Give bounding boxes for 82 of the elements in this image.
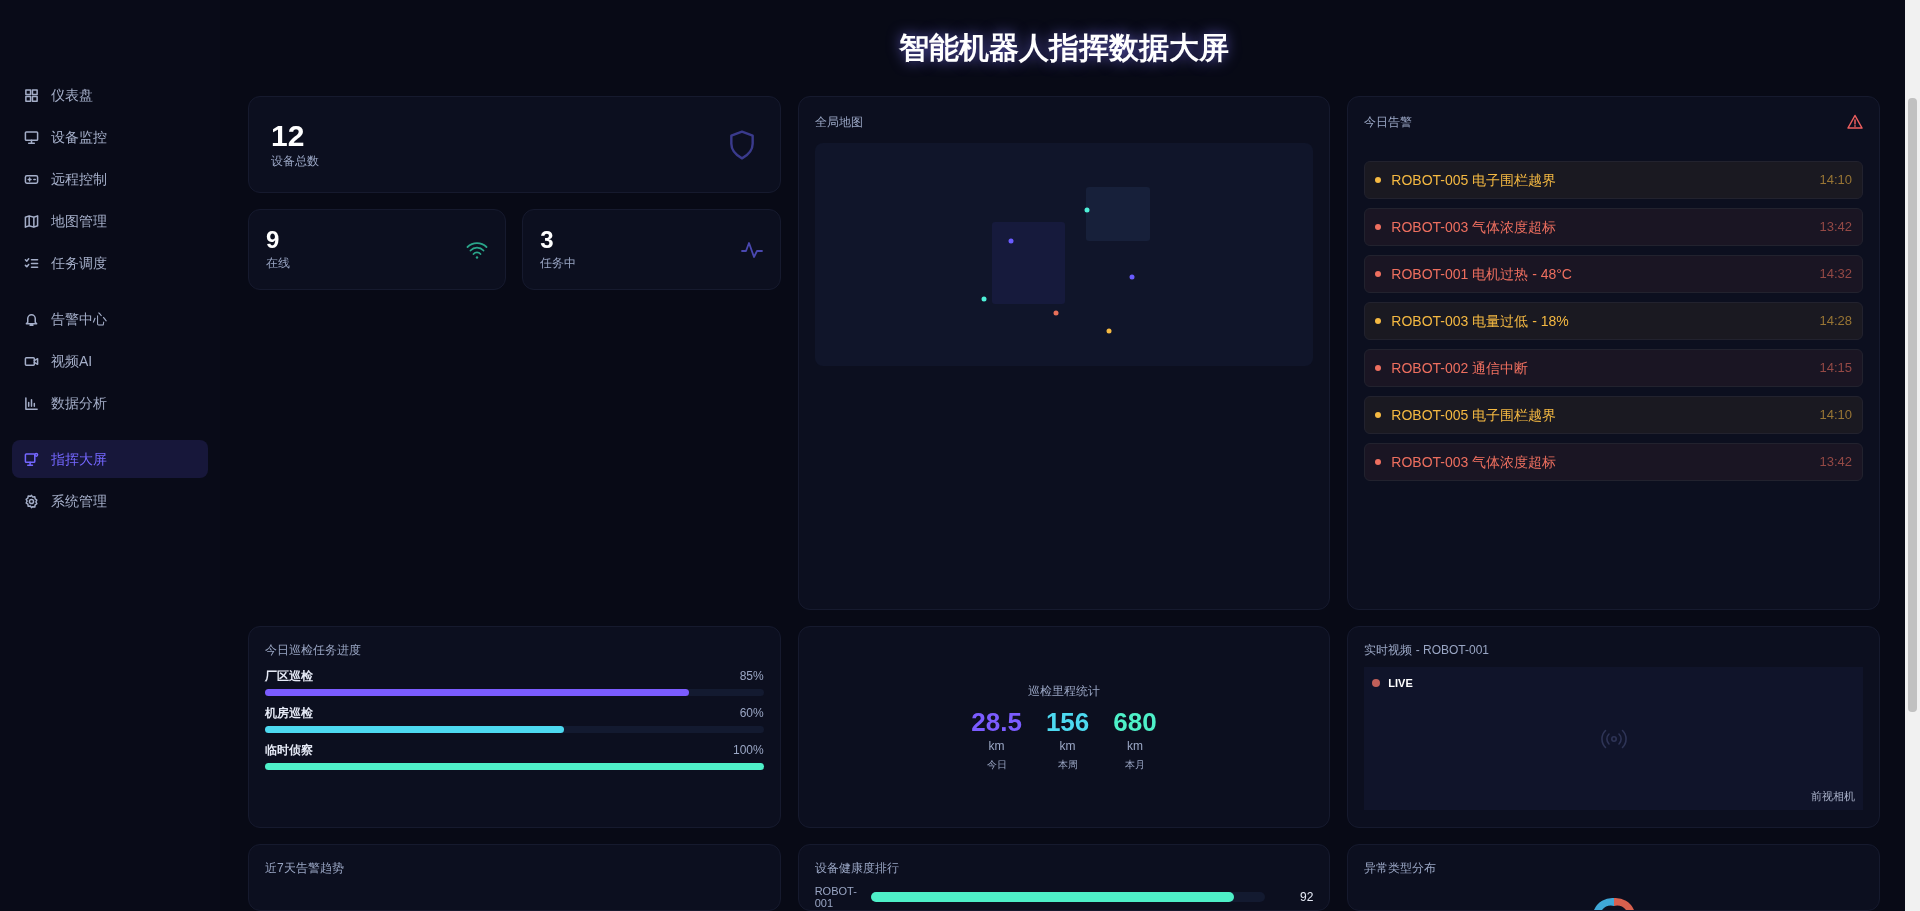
- alert-item[interactable]: ROBOT-001 电机过热 - 48°C 14:32: [1364, 255, 1863, 293]
- alert-item[interactable]: ROBOT-002 通信中断 14:15: [1364, 349, 1863, 387]
- checklist-icon: [24, 255, 39, 271]
- task-name: 厂区巡检: [265, 668, 313, 685]
- bell-icon: [24, 311, 39, 327]
- unit-label: km: [1059, 737, 1076, 755]
- stat-label: 在线: [266, 254, 290, 272]
- monitor-icon: [24, 451, 39, 467]
- alert-text: ROBOT-002 通信中断: [1391, 358, 1529, 378]
- card-title: 设备健康度排行: [814, 860, 900, 877]
- alert-text: ROBOT-001 电机过热 - 48°C: [1391, 264, 1572, 284]
- sidebar-item[interactable]: 远程控制: [12, 160, 208, 198]
- scrollbar-thumb[interactable]: [1908, 98, 1917, 712]
- health-score: 92: [1298, 889, 1314, 906]
- card-title: 全局地图: [814, 114, 864, 131]
- task-name: 临时侦察: [265, 742, 313, 759]
- alert-time: 13:42: [1819, 453, 1852, 472]
- stat-label: 任务中: [540, 254, 577, 272]
- map-pin[interactable]: [1053, 310, 1058, 316]
- task-name: 机房巡检: [265, 705, 313, 722]
- mileage-value: 156: [1045, 708, 1090, 737]
- period-label: 今日: [986, 757, 1007, 772]
- live-label: LIVE: [1388, 676, 1413, 691]
- grid-icon: [24, 87, 39, 103]
- task-percent: 60%: [739, 705, 764, 722]
- sidebar-item[interactable]: 地图管理: [12, 202, 208, 240]
- settings-icon: [24, 493, 39, 509]
- stat-label: 设备总数: [271, 153, 319, 170]
- map-pin[interactable]: [981, 296, 987, 302]
- sidebar-item[interactable]: 任务调度: [12, 244, 208, 282]
- alert-item[interactable]: ROBOT-005 电子围栏越界 14:10: [1364, 396, 1863, 434]
- period-label: 本周: [1057, 757, 1078, 772]
- alert-text: ROBOT-003 气体浓度超标: [1391, 452, 1557, 472]
- camera-label: 前视相机: [1811, 788, 1855, 804]
- scrollbar[interactable]: [1905, 0, 1920, 911]
- task-percent: 100%: [732, 742, 764, 759]
- alert-time: 14:10: [1819, 171, 1852, 190]
- card-title: 今日告警: [1364, 114, 1413, 131]
- alert-time: 14:10: [1819, 406, 1852, 425]
- alert-time: 14:32: [1819, 265, 1852, 284]
- alert-item[interactable]: ROBOT-003 气体浓度超标 13:42: [1364, 208, 1863, 246]
- unit-label: km: [1127, 737, 1143, 755]
- alert-time: 13:42: [1819, 218, 1852, 237]
- page-title: 智能机器人指挥数据大屏: [899, 30, 1229, 66]
- stat-value: 3: [540, 227, 555, 254]
- task-percent: 85%: [739, 668, 764, 685]
- map-icon: [24, 213, 39, 229]
- sidebar-item[interactable]: 设备监控: [12, 118, 208, 156]
- alert-text: ROBOT-003 气体浓度超标: [1391, 217, 1557, 237]
- bar-chart-icon: [24, 395, 39, 411]
- mileage-value: 680: [1113, 708, 1157, 737]
- stat-value: 12: [271, 119, 306, 152]
- alert-text: ROBOT-005 电子围栏越界: [1391, 405, 1557, 425]
- monitor-icon: [24, 129, 39, 145]
- sidebar-item[interactable]: 系统管理: [12, 482, 208, 520]
- alert-text: ROBOT-003 电量过低 - 18%: [1391, 311, 1569, 331]
- sidebar-item[interactable]: 指挥大屏: [12, 440, 208, 478]
- map-pin[interactable]: [1106, 328, 1112, 334]
- sidebar-item[interactable]: 视频AI: [12, 342, 208, 380]
- card-title: 巡检里程统计: [1028, 683, 1100, 701]
- live-dot: [1372, 679, 1381, 688]
- card-title: 异常类型分布: [1364, 860, 1438, 877]
- warning-icon: [1847, 114, 1863, 130]
- robot-name: ROBOT-001: [814, 885, 858, 909]
- sidebar-item[interactable]: 数据分析: [12, 384, 208, 422]
- stat-value: 9: [266, 227, 281, 254]
- period-label: 本月: [1125, 757, 1145, 772]
- map-pin[interactable]: [1084, 207, 1090, 213]
- alert-item[interactable]: ROBOT-003 气体浓度超标 13:42: [1364, 443, 1863, 481]
- alert-text: ROBOT-005 电子围栏越界: [1391, 170, 1557, 190]
- mileage-value: 28.5: [971, 708, 1022, 737]
- alert-time: 14:15: [1819, 359, 1852, 378]
- alert-item[interactable]: ROBOT-003 电量过低 - 18% 14:28: [1364, 302, 1863, 340]
- sidebar-item[interactable]: 告警中心: [12, 300, 208, 338]
- alert-time: 14:28: [1819, 312, 1852, 331]
- sidebar-item[interactable]: 仪表盘: [12, 76, 208, 114]
- card-title: 实时视频 - ROBOT-001: [1364, 642, 1490, 659]
- card-title: 今日巡检任务进度: [265, 642, 362, 659]
- map-zone: [1086, 187, 1150, 242]
- card-title: 近7天告警趋势: [265, 860, 345, 877]
- alert-item[interactable]: ROBOT-005 电子围栏越界 14:10: [1364, 161, 1863, 199]
- unit-label: km: [988, 737, 1005, 755]
